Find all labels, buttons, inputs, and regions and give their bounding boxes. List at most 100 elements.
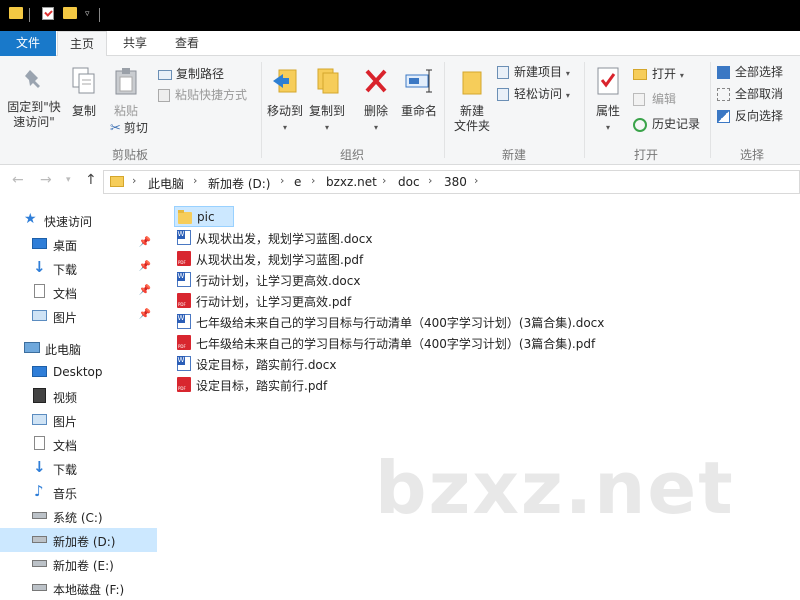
sidebar-item-downloads-pc[interactable]: ↓ 下载 [0, 456, 157, 480]
pin-icon[interactable]: 📌 [139, 261, 151, 272]
chevron-right-icon[interactable]: › [132, 174, 136, 187]
chevron-down-icon: ▾ [605, 123, 610, 132]
copy-icon [72, 67, 95, 94]
sidebar-item-videos[interactable]: 视频 [0, 384, 157, 408]
sidebar-item-documents[interactable]: 文档 📌 [0, 280, 157, 304]
easy-access-icon [497, 88, 509, 101]
folder-icon[interactable] [9, 7, 23, 19]
cut-button[interactable]: ✂ 剪切 [110, 118, 148, 138]
sidebar-item-drive-c[interactable]: 系统 (C:) [0, 504, 157, 528]
download-arrow-icon: ↓ [33, 258, 46, 276]
sidebar-item-documents-pc[interactable]: 文档 [0, 432, 157, 456]
invert-selection-button[interactable]: 反向选择 [717, 106, 783, 126]
sidebar-item-this-pc[interactable]: 此电脑 [0, 336, 157, 360]
chevron-down-icon: ▾ [373, 123, 378, 132]
list-item[interactable]: 从现状出发，规划学习蓝图.docx [174, 227, 474, 248]
sidebar-item-pictures[interactable]: 图片 📌 [0, 304, 157, 328]
sidebar-item-pictures-pc[interactable]: 图片 [0, 408, 157, 432]
music-note-icon: ♪ [34, 482, 44, 500]
chevron-right-icon[interactable]: › [474, 174, 478, 187]
list-item[interactable]: 从现状出发，规划学习蓝图.pdf [174, 248, 474, 269]
properties-check-icon[interactable] [42, 7, 54, 20]
group-divider [261, 62, 262, 158]
pdf-icon [177, 251, 191, 266]
new-group-label: 新建 [501, 148, 526, 162]
new-folder-button[interactable]: 新建 文件夹 [450, 66, 494, 134]
paste-shortcut-button[interactable]: 粘贴快捷方式 [158, 85, 247, 105]
sidebar-item-quick-access[interactable]: ★ 快速访问 [0, 208, 157, 232]
paste-shortcut-icon [158, 89, 170, 102]
sidebar-item-desktop-pc[interactable]: Desktop [0, 360, 157, 384]
list-item[interactable]: 七年级给未来自己的学习目标与行动清单（400字学习计划）(3篇合集).docx [174, 311, 614, 332]
folder-icon [178, 210, 192, 224]
recent-locations-chevron-icon[interactable]: ▾ [66, 175, 71, 185]
word-document-icon [177, 272, 191, 287]
new-item-button[interactable]: 新建项目 ▾ [497, 62, 570, 82]
sidebar-item-music[interactable]: ♪ 音乐 [0, 480, 157, 504]
sidebar-item-drive-d[interactable]: 新加卷 (D:) [0, 528, 157, 552]
sidebar-item-downloads[interactable]: ↓ 下载 📌 [0, 256, 157, 280]
list-item[interactable]: 设定目标，踏实前行.pdf [174, 374, 474, 395]
list-item[interactable]: 七年级给未来自己的学习目标与行动清单（400字学习计划）(3篇合集).pdf [174, 332, 614, 353]
breadcrumb-drive-d[interactable]: 新加卷 (D:) [208, 175, 270, 192]
properties-button[interactable]: 属性 ▾ [590, 66, 626, 135]
pin-icon[interactable]: 📌 [139, 309, 151, 320]
open-button[interactable]: 打开 ▾ [633, 64, 684, 84]
copy-to-icon [317, 68, 339, 94]
chevron-right-icon[interactable]: › [280, 174, 284, 187]
move-to-button[interactable]: 移动到 ▾ [264, 66, 306, 135]
forward-arrow-icon[interactable]: → [40, 172, 52, 188]
chevron-right-icon[interactable]: › [382, 174, 386, 187]
document-icon [34, 284, 45, 298]
history-clock-icon [633, 117, 647, 132]
chevron-right-icon[interactable]: › [428, 174, 432, 187]
sidebar-item-drive-f[interactable]: 本地磁盘 (F:) [0, 576, 157, 600]
sidebar-item-desktop[interactable]: 桌面 📌 [0, 232, 157, 256]
history-button[interactable]: 历史记录 [633, 114, 700, 134]
sidebar-item-drive-e[interactable]: 新加卷 (E:) [0, 552, 157, 576]
delete-button[interactable]: 删除 ▾ [358, 66, 394, 135]
select-none-button[interactable]: 全部取消 [717, 84, 783, 104]
pin-icon[interactable]: 📌 [139, 237, 151, 248]
up-arrow-icon[interactable]: ↑ [85, 172, 97, 188]
tab-home[interactable]: 主页 [57, 31, 107, 57]
pin-icon[interactable]: 📌 [139, 285, 151, 296]
copy-to-button[interactable]: 复制到 ▾ [306, 66, 348, 135]
copy-path-button[interactable]: 复制路径 [158, 64, 224, 84]
document-icon [34, 436, 45, 450]
chevron-down-icon: ▾ [565, 91, 570, 100]
chevron-down-icon: ▾ [282, 123, 287, 132]
breadcrumb-doc[interactable]: doc [398, 175, 420, 189]
pdf-icon [177, 293, 191, 308]
breadcrumb-bzxz[interactable]: bzxz.net [326, 175, 377, 189]
chevron-down-icon: ▾ [324, 123, 329, 132]
rename-button[interactable]: 重命名 [398, 66, 440, 119]
pin-to-quick-access-button[interactable]: 固定到"快 速访问" [4, 68, 64, 130]
select-all-button[interactable]: 全部选择 [717, 62, 783, 82]
breadcrumb-380[interactable]: 380 [444, 175, 467, 189]
breadcrumb-e[interactable]: e [294, 175, 301, 189]
list-item[interactable]: 行动计划，让学习更高效.pdf [174, 290, 474, 311]
edit-button[interactable]: 编辑 [633, 89, 676, 109]
tab-file[interactable]: 文件 [0, 31, 56, 56]
list-item[interactable]: 行动计划，让学习更高效.docx [174, 269, 474, 290]
list-item[interactable]: 设定目标，踏实前行.docx [174, 353, 474, 374]
rename-icon [405, 69, 432, 93]
chevron-right-icon[interactable]: › [311, 174, 315, 187]
chevron-right-icon[interactable]: › [193, 174, 197, 187]
copy-button[interactable]: 复制 [66, 66, 102, 119]
open-group-label: 打开 [633, 148, 658, 162]
back-arrow-icon[interactable]: ← [12, 172, 24, 188]
new-folder-icon[interactable] [63, 7, 77, 19]
customize-toolbar-chevron-icon[interactable]: ▿ [85, 9, 90, 19]
properties-icon [597, 67, 619, 95]
address-bar[interactable]: › 此电脑 › 新加卷 (D:) › e › bzxz.net › doc › … [103, 170, 800, 194]
easy-access-button[interactable]: 轻松访问 ▾ [497, 84, 570, 104]
tab-share[interactable]: 共享 [110, 31, 160, 56]
paste-button[interactable]: 粘贴 [108, 66, 144, 119]
star-icon: ★ [24, 211, 37, 227]
tab-view[interactable]: 查看 [162, 31, 212, 56]
copy-path-icon [158, 69, 172, 80]
breadcrumb-this-pc[interactable]: 此电脑 [148, 175, 184, 192]
list-item-folder[interactable]: pic [174, 206, 234, 227]
